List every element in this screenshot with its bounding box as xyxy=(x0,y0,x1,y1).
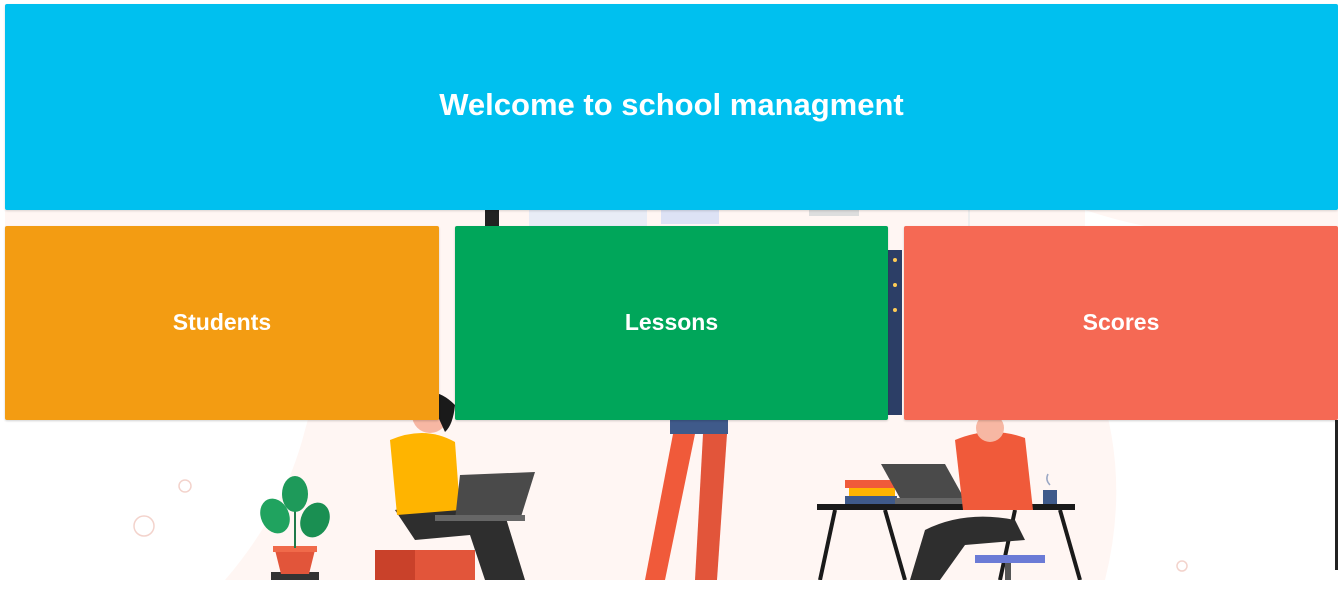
dashboard-page: Welcome to school managment Students Les… xyxy=(0,0,1338,602)
lessons-tile-label: Lessons xyxy=(624,308,719,335)
scores-tile-button[interactable]: Scores xyxy=(904,226,1338,420)
students-tile-label: Students xyxy=(172,308,272,335)
scores-tile-label: Scores xyxy=(1082,308,1160,335)
lessons-tile-button[interactable]: Lessons xyxy=(455,226,888,420)
welcome-banner: Welcome to school managment xyxy=(5,4,1338,210)
page-title: Welcome to school managment xyxy=(439,87,904,122)
students-tile-button[interactable]: Students xyxy=(5,226,439,420)
